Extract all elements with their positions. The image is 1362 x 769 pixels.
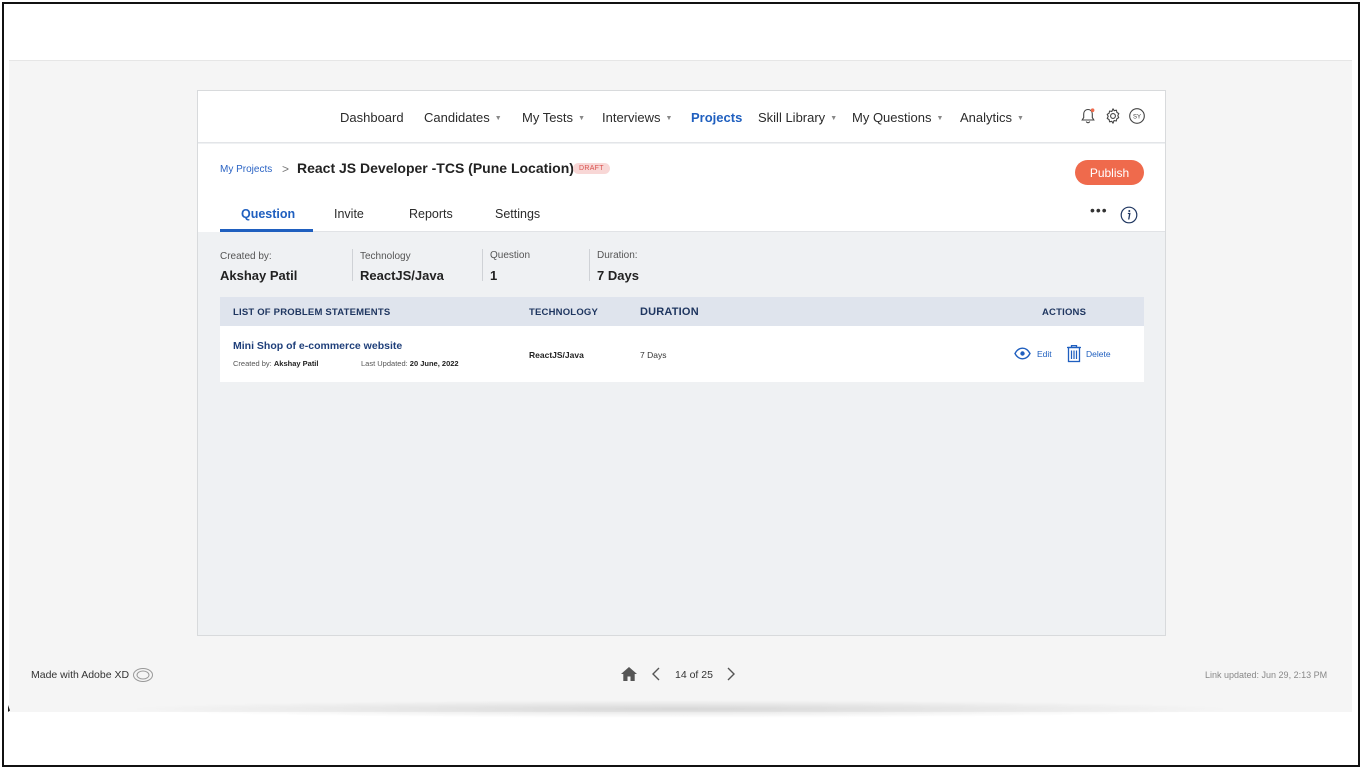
nav-dashboard[interactable]: Dashboard: [340, 110, 404, 125]
nav-label: Projects: [691, 110, 743, 125]
column-header-technology: TECHNOLOGY: [529, 307, 599, 318]
page-title: React JS Developer -TCS (Pune Location): [297, 160, 574, 176]
eye-icon[interactable]: [1014, 347, 1031, 360]
nav-my-questions[interactable]: My Questions ▼: [852, 110, 943, 125]
nav-label: Interviews: [602, 110, 661, 125]
publish-button[interactable]: Publish: [1075, 160, 1144, 185]
table-header: LIST OF PROBLEM STATEMENTS TECHNOLOGY DU…: [220, 297, 1144, 326]
link-updated-label: Link updated: Jun 29, 2:13 PM: [1205, 670, 1328, 680]
technology-label: Technology: [360, 251, 411, 262]
nav-label: Analytics: [960, 110, 1013, 125]
tabs-divider: [220, 231, 1165, 232]
chevron-right-icon[interactable]: [726, 667, 736, 681]
page-counter: 14 of 25: [675, 669, 713, 681]
avatar[interactable]: SY: [1128, 107, 1146, 125]
artboard: Dashboard Candidates ▼ My Tests ▼ Intervie…: [197, 90, 1166, 636]
created-by-name: Akshay Patil: [273, 359, 319, 368]
breadcrumb-separator: >: [282, 162, 290, 176]
last-updated-label: Last Updated:: [361, 359, 408, 368]
column-header-actions: ACTIONS: [1042, 307, 1087, 318]
active-tab-indicator: [220, 229, 313, 232]
duration-label: Duration:: [597, 250, 638, 261]
nav-label: My Tests: [522, 110, 574, 125]
creative-cloud-icon: [133, 668, 153, 682]
home-icon[interactable]: [620, 666, 638, 682]
breadcrumb-my-projects[interactable]: My Projects: [220, 164, 272, 175]
chevron-down-icon: ▼: [936, 115, 944, 122]
duration-value: 7 Days: [597, 268, 639, 283]
question-label: Question: [490, 250, 531, 261]
technology-value: ReactJS/Java: [360, 268, 444, 283]
nav-label: Dashboard: [340, 110, 404, 125]
created-by-label: Created by:: [233, 359, 272, 368]
last-updated-date: 20 June, 2022: [409, 359, 459, 368]
meta-divider: [482, 249, 483, 281]
column-header-duration: DURATION: [640, 306, 699, 318]
edit-button[interactable]: Edit: [1037, 349, 1052, 359]
chevron-down-icon: ▼: [578, 115, 585, 122]
chevron-down-icon: ▼: [830, 115, 838, 122]
nav-projects[interactable]: Projects: [691, 110, 742, 125]
nav-skill-library[interactable]: Skill Library ▼: [758, 110, 837, 125]
delete-button[interactable]: Delete: [1086, 349, 1111, 359]
mouse-cursor-icon: [8, 705, 10, 712]
chevron-left-icon[interactable]: [651, 667, 661, 681]
chevron-down-icon: ▼: [1017, 115, 1024, 122]
row-created-by: Created by: Akshay Patil: [233, 359, 318, 368]
status-badge: DRAFT: [573, 163, 610, 174]
artboard-shadow: [120, 700, 1240, 718]
trash-icon[interactable]: [1066, 344, 1082, 363]
created-by-label: Created by:: [220, 251, 272, 262]
problem-title-link[interactable]: Mini Shop of e-commerce website: [233, 340, 402, 352]
nav-label: Skill Library: [758, 110, 826, 125]
row-duration: 7 Days: [640, 350, 667, 360]
tab-question[interactable]: Question: [241, 207, 295, 221]
tab-invite[interactable]: Invite: [334, 207, 364, 221]
column-header-problem: LIST OF PROBLEM STATEMENTS: [233, 307, 391, 318]
tab-settings[interactable]: Settings: [495, 207, 540, 221]
bell-icon[interactable]: [1079, 107, 1097, 125]
more-options-icon[interactable]: •••: [1090, 202, 1108, 218]
row-technology: ReactJS/Java: [529, 350, 584, 360]
gear-icon[interactable]: [1104, 107, 1122, 125]
row-last-updated: Last Updated: 20 June, 2022: [361, 359, 459, 368]
meta-divider: [352, 249, 353, 281]
nav-my-tests[interactable]: My Tests ▼: [522, 110, 585, 125]
nav-candidates[interactable]: Candidates ▼: [424, 110, 502, 125]
nav-interviews[interactable]: Interviews ▼: [602, 110, 672, 125]
top-navigation: Dashboard Candidates ▼ My Tests ▼ Intervie…: [198, 91, 1165, 143]
nav-label: Candidates: [424, 110, 490, 125]
question-value: 1: [490, 268, 498, 283]
project-header: My Projects > React JS Developer -TCS (P…: [198, 144, 1165, 232]
nav-label: My Questions: [852, 110, 932, 125]
chevron-down-icon: ▼: [494, 115, 502, 122]
avatar-initials: SY: [1133, 114, 1141, 120]
info-icon[interactable]: [1120, 206, 1138, 224]
made-with-label: Made with Adobe XD: [31, 669, 130, 681]
nav-analytics[interactable]: Analytics ▼: [960, 110, 1024, 125]
table-row: Mini Shop of e-commerce website Created …: [220, 326, 1144, 382]
meta-divider: [589, 249, 590, 281]
created-by-value: Akshay Patil: [220, 268, 298, 283]
chevron-down-icon: ▼: [665, 115, 673, 122]
tab-reports[interactable]: Reports: [409, 207, 453, 221]
